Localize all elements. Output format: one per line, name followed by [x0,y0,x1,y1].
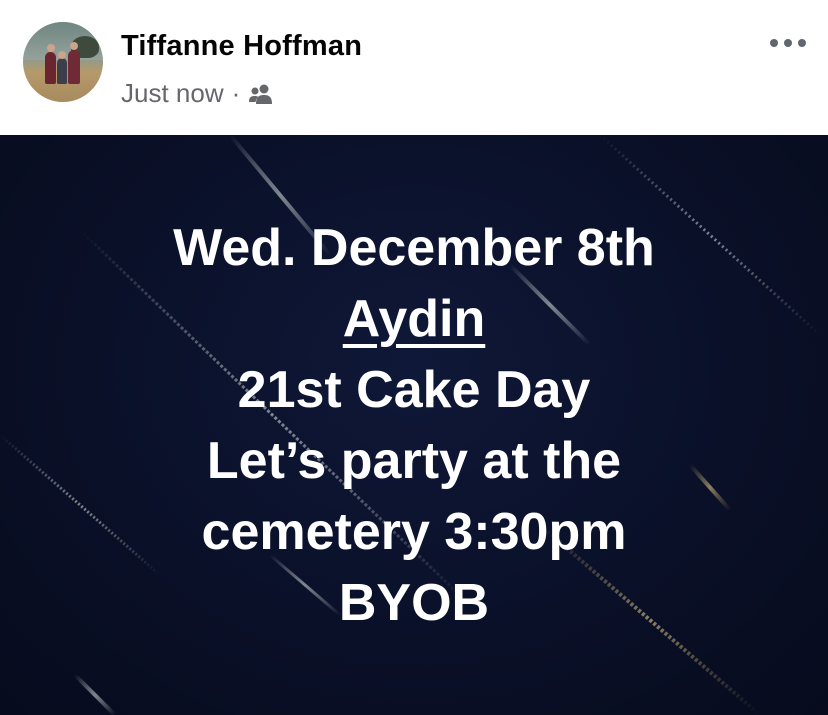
event-text: Wed. December 8th Aydin 21st Cake Day Le… [0,213,828,639]
post-meta: Just now · [121,78,274,109]
avatar-person [45,52,56,84]
friends-icon[interactable] [248,83,274,105]
event-honoree: Aydin [342,290,486,348]
post-image[interactable]: Wed. December 8th Aydin 21st Cake Day Le… [0,135,828,715]
avatar-person [57,58,67,84]
post-header: Tiffanne Hoffman Just now · [0,0,828,135]
timestamp[interactable]: Just now [121,78,224,109]
avatar-head [70,42,78,50]
meta-separator: · [231,78,241,108]
author-avatar[interactable] [23,22,103,102]
event-location-time: cemetery 3:30pm [201,503,627,561]
avatar-person [68,50,80,84]
event-line: Let’s party at the [206,432,622,490]
avatar-head [47,44,55,52]
more-options-icon[interactable] [768,34,808,52]
avatar-head [58,51,66,59]
event-note: BYOB [338,574,490,632]
author-name[interactable]: Tiffanne Hoffman [121,30,362,63]
event-date: Wed. December 8th [173,219,655,277]
event-title: 21st Cake Day [237,361,591,419]
